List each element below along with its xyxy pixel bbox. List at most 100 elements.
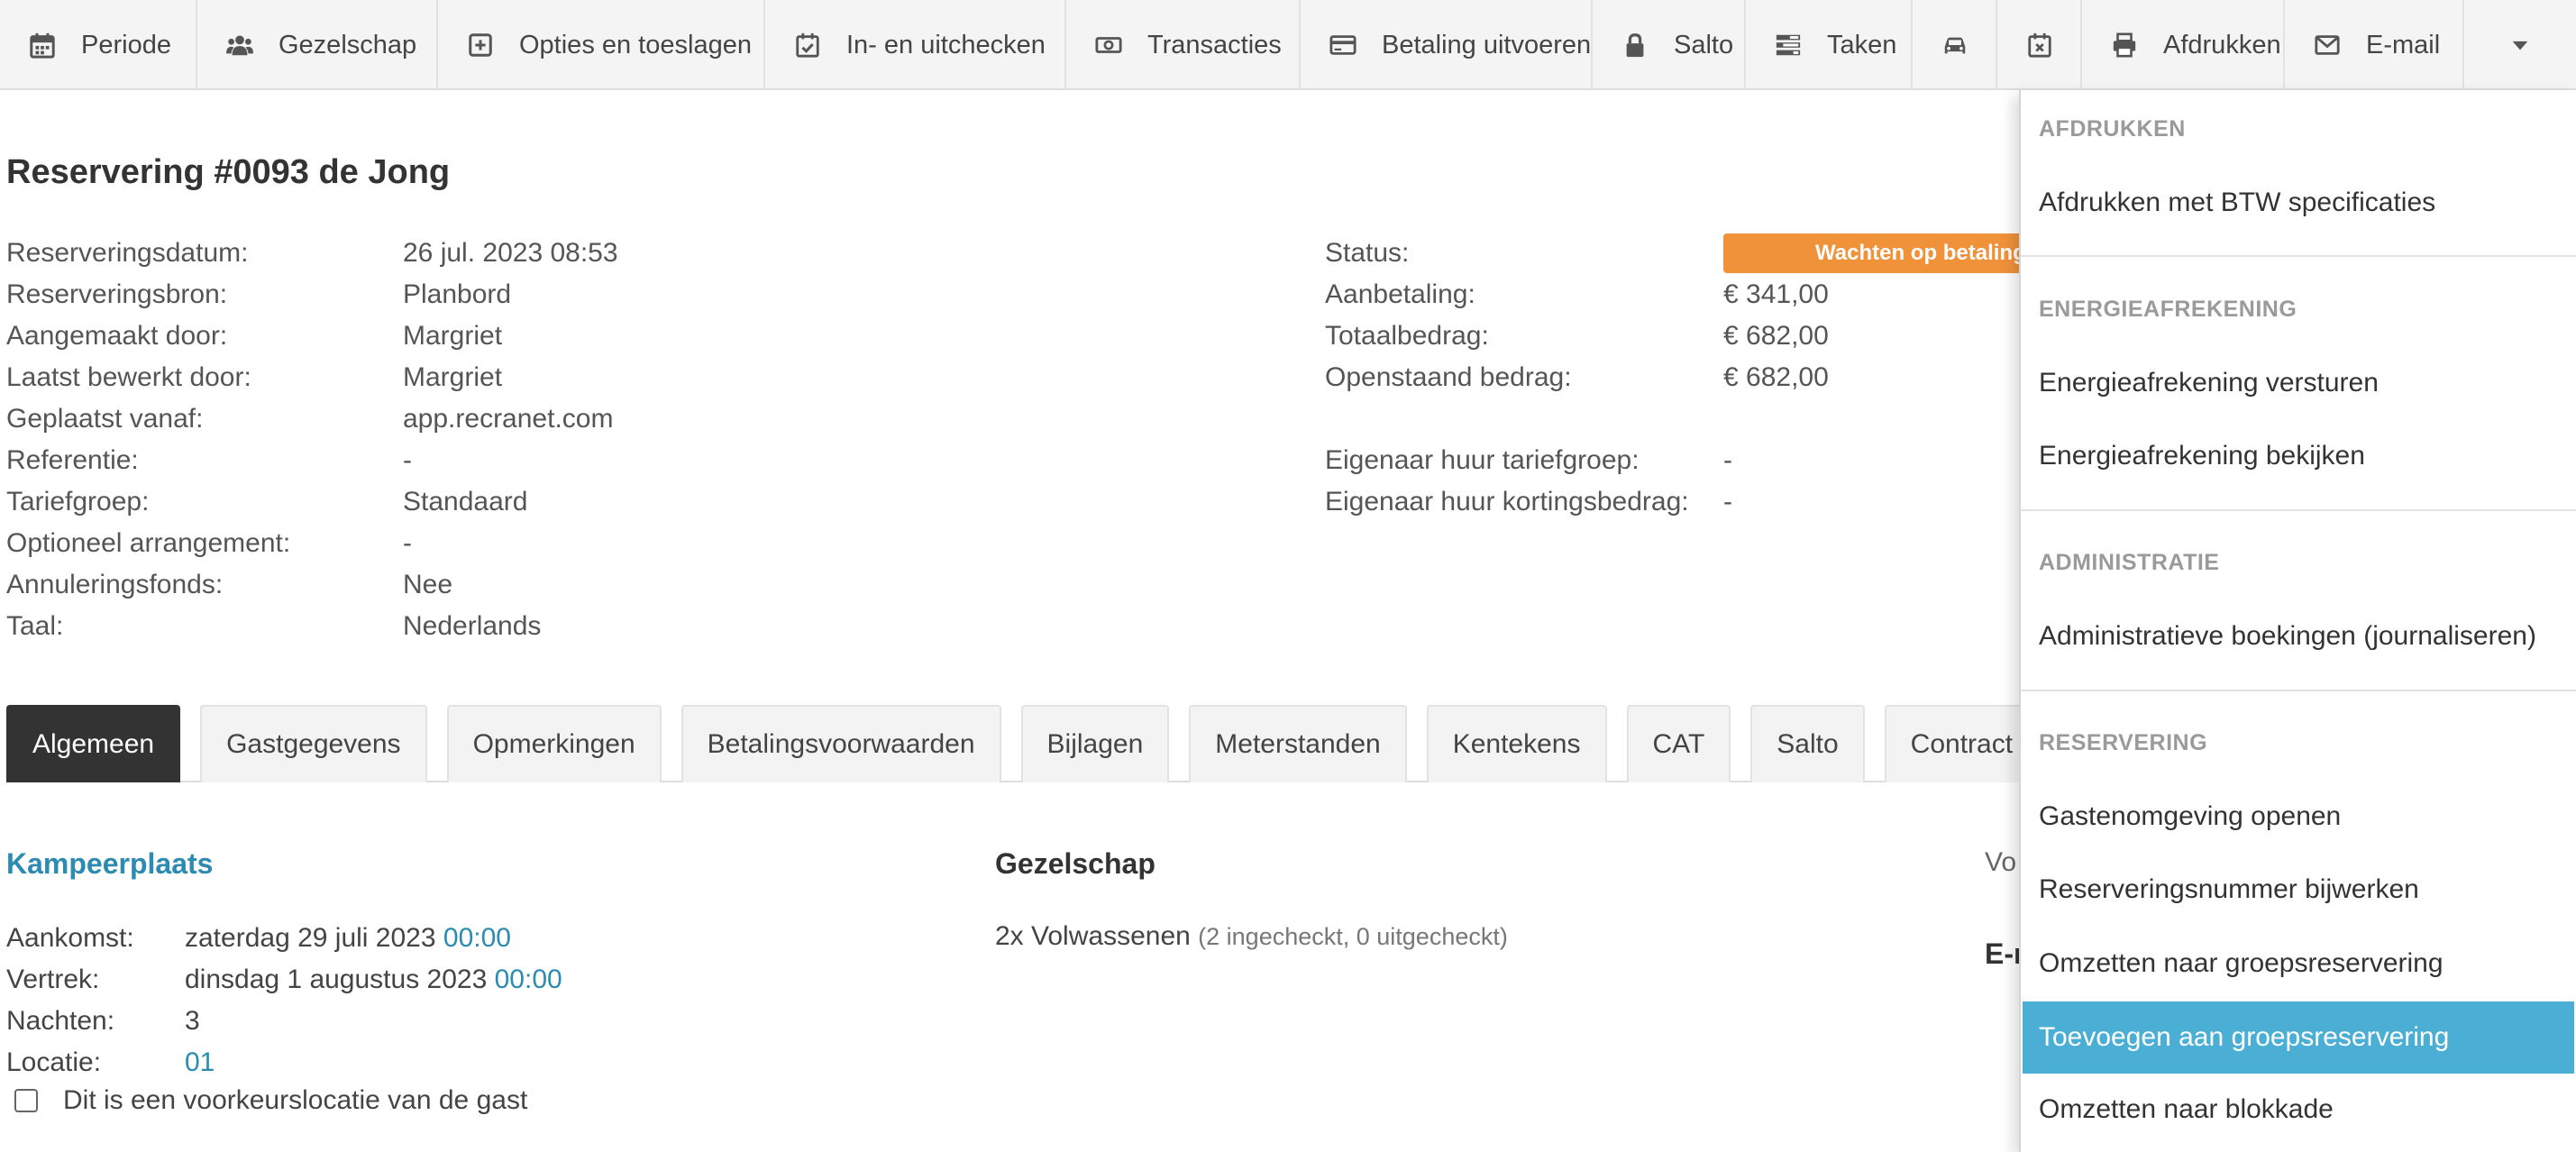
toolbar-kenteken-button[interactable] (1913, 0, 1997, 90)
arrival-date: zaterdag 29 juli 2023 (185, 923, 436, 953)
amount-value: € 682,00 (1723, 362, 1829, 392)
tab-kentekens[interactable]: Kentekens (1426, 705, 1607, 782)
toolbar-opties-label: Opties en toeslagen (519, 30, 752, 59)
dropdown-divider (2021, 255, 2576, 257)
reservation-tabs: Algemeen Gastgegevens Opmerkingen Betali… (6, 705, 2079, 782)
toolbar-gezelschap-button[interactable]: Gezelschap (197, 0, 438, 90)
toolbar-salto-button[interactable]: Salto (1593, 0, 1746, 90)
amount-label: Openstaand bedrag: (1325, 362, 1572, 392)
menu-item-toevoegen-groepsreservering[interactable]: Toevoegen aan groepsreservering (2023, 1001, 2574, 1074)
car-icon (1944, 37, 1966, 54)
tab-bijlagen[interactable]: Bijlagen (1020, 705, 1170, 782)
detail-row: Optioneel arrangement: - (6, 523, 618, 564)
lock-icon (1626, 33, 1644, 58)
detail-label: Reserveringsdatum: (6, 238, 249, 268)
menu-item-omzetten-groepsreservering[interactable]: Omzetten naar groepsreservering (2023, 928, 2574, 1000)
detail-row: Referentie: - (6, 440, 618, 481)
tab-meterstanden[interactable]: Meterstanden (1189, 705, 1407, 782)
menu-item-energieafrekening-bekijken[interactable]: Energieafrekening bekijken (2023, 420, 2574, 492)
tab-salto[interactable]: Salto (1750, 705, 1865, 782)
owner-row: Eigenaar huur kortingsbedrag: - (1325, 481, 2030, 523)
tab-gastgegevens[interactable]: Gastgegevens (200, 705, 427, 782)
owner-value: - (1723, 487, 1732, 517)
tab-betalingsvoorwaarden[interactable]: Betalingsvoorwaarden (681, 705, 1001, 782)
menu-item-afdrukken-btw[interactable]: Afdrukken met BTW specificaties (2023, 167, 2574, 239)
toolbar-periode-button[interactable]: Periode (0, 0, 197, 90)
menu-item-energieafrekening-versturen[interactable]: Energieafrekening versturen (2023, 347, 2574, 419)
toolbar-afdrukken-label: Afdrukken (2163, 30, 2281, 59)
amount-row: Openstaand bedrag: € 682,00 (1325, 357, 2030, 398)
detail-value: Margriet (403, 362, 503, 392)
departure-time-link[interactable]: 00:00 (495, 965, 562, 995)
tab-contract[interactable]: Contract (1884, 705, 2040, 782)
party-count: 2x Volwassenen (995, 921, 1191, 951)
detail-value: - (403, 445, 412, 475)
location-row: Locatie: 01 (6, 1042, 562, 1083)
amount-value: € 341,00 (1723, 279, 1829, 309)
calendar-icon (30, 32, 55, 59)
dropdown-divider (2021, 509, 2576, 511)
location-link[interactable]: 01 (185, 1047, 215, 1078)
detail-value: Nee (403, 570, 453, 599)
detail-value: - (403, 528, 412, 558)
detail-row: Geplaatst vanaf: app.recranet.com (6, 398, 618, 440)
toolbar-transacties-label: Transacties (1147, 30, 1282, 59)
toolbar-transacties-button[interactable]: Transacties (1066, 0, 1301, 90)
detail-value: Planbord (403, 279, 512, 309)
toolbar-more-dropdown-toggle[interactable] (2464, 0, 2576, 90)
arrival-time-link[interactable]: 00:00 (443, 923, 511, 954)
toolbar-taken-label: Taken (1827, 30, 1897, 59)
toolbar-annuleren-button[interactable] (1997, 0, 2082, 90)
toolbar-inchecken-label: In- en uitchecken (846, 30, 1046, 59)
toolbar-email-button[interactable]: E-mail (2285, 0, 2464, 90)
toolbar-periode-label: Periode (81, 30, 171, 59)
menu-item-gastenomgeving-openen[interactable]: Gastenomgeving openen (2023, 781, 2574, 853)
amount-label: Totaalbedrag: (1325, 321, 1489, 351)
location-label: Locatie: (6, 1047, 102, 1077)
departure-row: Vertrek: dinsdag 1 augustus 2023 00:00 (6, 959, 562, 1001)
toolbar-opties-button[interactable]: Opties en toeslagen (438, 0, 765, 90)
preferred-location-checkbox[interactable] (14, 1089, 38, 1112)
detail-value: Margriet (403, 321, 503, 351)
toolbar-taken-button[interactable]: Taken (1746, 0, 1913, 90)
amount-value: € 682,00 (1723, 321, 1829, 351)
arrival-label: Aankomst: (6, 923, 134, 953)
detail-row: Tariefgroep: Standaard (6, 481, 618, 523)
party-checkin-status: (2 ingecheckt, 0 uitgecheckt) (1198, 923, 1508, 950)
detail-row: Aangemaakt door: Margriet (6, 315, 618, 357)
detail-row: Laatst bewerkt door: Margriet (6, 357, 618, 398)
detail-value: Nederlands (403, 611, 542, 641)
menu-item-administratieve-boekingen[interactable]: Administratieve boekingen (journaliseren… (2023, 600, 2574, 672)
more-actions-dropdown: Afdrukken Afdrukken met BTW specificatie… (2019, 90, 2576, 1152)
dropdown-header-energieafrekening: Energieafrekening (2039, 297, 2297, 322)
preferred-location-label: Dit is een voorkeurslocatie van de gast (63, 1085, 528, 1115)
hidden-section-label: Vo (1985, 847, 2017, 877)
menu-item-omzetten-blokkade[interactable]: Omzetten naar blokkade (2023, 1074, 2574, 1146)
detail-label: Annuleringsfonds: (6, 570, 224, 599)
money-icon (1095, 37, 1122, 53)
toolbar-gezelschap-label: Gezelschap (279, 30, 417, 59)
toolbar-inchecken-button[interactable]: In- en uitchecken (765, 0, 1066, 90)
toolbar-betaling-button[interactable]: Betaling uitvoeren (1301, 0, 1593, 90)
menu-item-reserveringsnummer-bijwerken[interactable]: Reserveringsnummer bijwerken (2023, 854, 2574, 926)
status-label: Status: (1325, 238, 1410, 268)
amount-label: Aanbetaling: (1325, 279, 1475, 309)
departure-date: dinsdag 1 augustus 2023 (185, 965, 488, 994)
reservation-details-left: Reserveringsdatum: 26 jul. 2023 08:53 Res… (6, 233, 618, 647)
dropdown-divider (2021, 690, 2576, 691)
detail-label: Laatst bewerkt door: (6, 362, 251, 392)
tab-algemeen[interactable]: Algemeen (6, 705, 181, 782)
nights-label: Nachten: (6, 1006, 115, 1036)
toolbar-afdrukken-button[interactable]: Afdrukken (2082, 0, 2285, 90)
tab-cat[interactable]: CAT (1626, 705, 1731, 782)
detail-label: Referentie: (6, 445, 139, 475)
owner-label: Eigenaar huur kortingsbedrag: (1325, 487, 1689, 517)
amount-row: Totaalbedrag: € 682,00 (1325, 315, 2030, 357)
calendar-times-icon (2028, 32, 2051, 58)
detail-label: Reserveringsbron: (6, 279, 228, 309)
reservation-title: Reservering #0093 de Jong (6, 153, 451, 191)
toolbar-email-label: E-mail (2366, 30, 2441, 59)
kampeerplaats-link[interactable]: Kampeerplaats (6, 847, 213, 881)
tab-opmerkingen[interactable]: Opmerkingen (446, 705, 662, 782)
